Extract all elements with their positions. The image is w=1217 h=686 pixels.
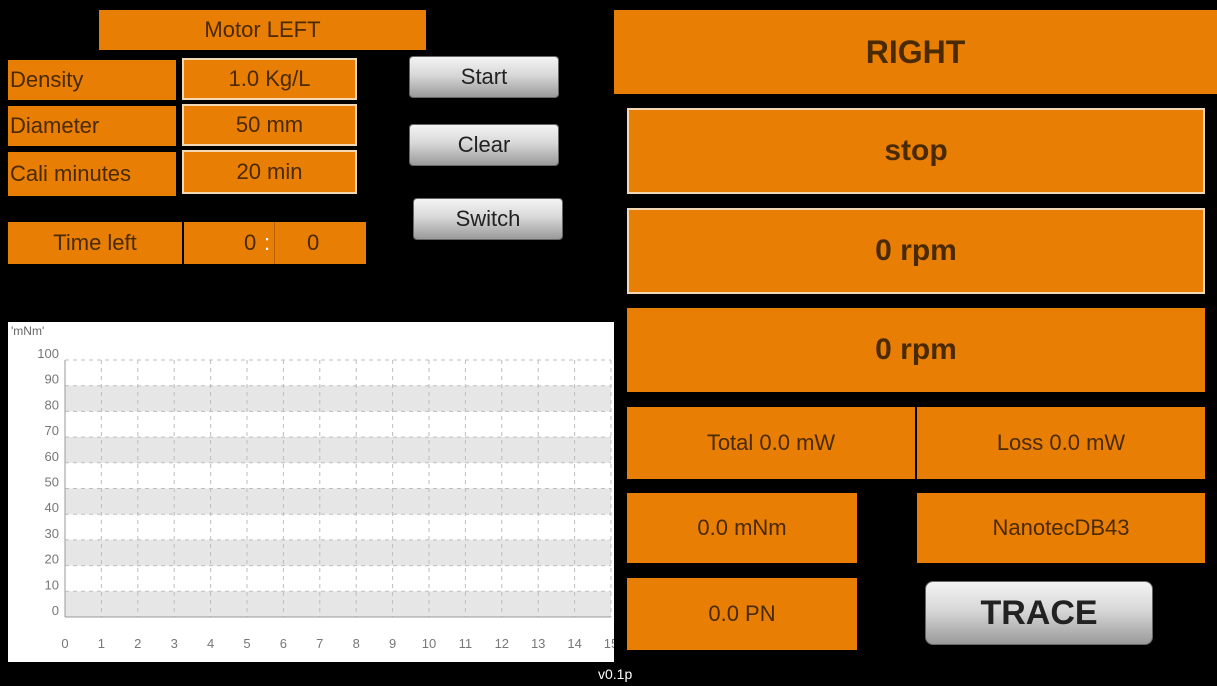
chart-x-tick-label: 6 [280,636,287,651]
time-left-display: 0 : 0 [184,222,366,264]
chart-y-tick-label: 50 [45,475,59,490]
diameter-field[interactable]: 50 mm [182,104,357,146]
chart-x-tick-label: 15 [604,636,614,651]
chart-band [65,437,611,463]
chart-x-tick-label: 2 [134,636,141,651]
clear-button[interactable]: Clear [409,124,559,166]
cali-minutes-label: Cali minutes [8,152,176,196]
chart-band [65,539,611,566]
chart-y-tick-label: 0 [52,603,59,618]
motor-model-display: NanotecDB43 [917,493,1205,563]
chart-x-tick-label: 5 [243,636,250,651]
time-left-label: Time left [8,222,182,264]
right-title: RIGHT [614,10,1217,94]
chart-x-tick-label: 12 [495,636,509,651]
chart-x-tick-label: 1 [98,636,105,651]
chart-x-tick-label: 11 [459,636,473,651]
torque-chart-svg: 01020304050607080901000 1 2 3 4 5 6 7 8 9 10 11 12 13… [11,324,614,651]
time-left-separator: : [264,230,271,255]
chart-band [65,591,611,617]
set-speed-display[interactable]: 0 rpm [627,208,1205,294]
chart-x-tick-label: 3 [171,636,178,651]
torque-display: 0.0 mNm [627,493,857,563]
start-button[interactable]: Start [409,56,559,98]
cali-minutes-field[interactable]: 20 min [182,150,357,194]
torque-chart: 0 10 20 30 40 50 60 70 80 90 100 0 1 2 3 4 5 6 7 8 9 10 11 12 13… [8,322,614,662]
chart-x-tick-label: 0 [61,636,68,651]
chart-x-tick-label: 4 [207,636,214,651]
time-left-seconds: 0 [307,230,320,255]
density-field[interactable]: 1.0 Kg/L [182,58,357,100]
chart-x-tick-label: 14 [567,636,581,651]
motor-left-title: Motor LEFT [99,10,426,50]
chart-y-tick-label: 10 [45,577,59,592]
loss-power-display: Loss 0.0 mW [917,407,1205,479]
chart-y-tick-label: 30 [45,526,59,541]
chart-x-tick-label: 8 [353,636,360,651]
chart-y-tick-label: 90 [45,372,59,387]
chart-x-tick-label: 10 [422,636,436,651]
chart-y-tick-label: 70 [45,423,59,438]
version-label: v0.1p [598,666,633,682]
chart-x-tick-label: 13 [531,636,545,651]
trace-button[interactable]: TRACE [925,581,1153,645]
total-power-display: Total 0.0 mW [627,407,915,479]
chart-x-tick-label: 9 [389,636,396,651]
chart-y-axis-label: 'mNm' [11,324,44,338]
density-label: Density [8,60,176,100]
motor-state-display[interactable]: stop [627,108,1205,194]
force-display: 0.0 PN [627,578,857,650]
time-left-minutes: 0 [244,230,257,255]
chart-x-tick-label: 7 [316,636,323,651]
chart-y-tick-label: 40 [45,500,59,515]
chart-y-tick-label: 80 [45,397,59,412]
diameter-label: Diameter [8,106,176,146]
switch-button[interactable]: Switch [413,198,563,240]
chart-y-tick-label: 100 [37,346,59,361]
chart-y-tick-label: 60 [45,449,59,464]
chart-y-tick-label: 20 [45,552,59,567]
chart-band [65,385,611,412]
chart-band [65,488,611,515]
time-left-divider [274,222,275,264]
actual-speed-display: 0 rpm [627,308,1205,392]
